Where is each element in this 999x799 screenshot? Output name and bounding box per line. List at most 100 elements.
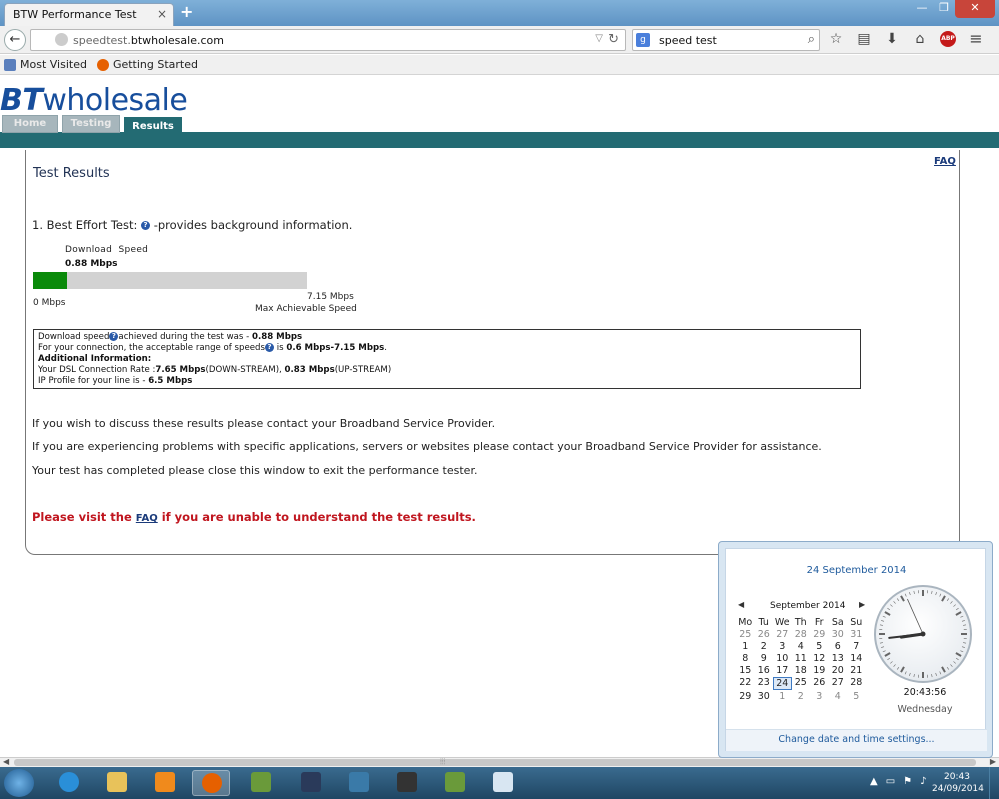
calendar-day[interactable]: 5 <box>847 691 866 702</box>
calendar-day[interactable]: 30 <box>829 629 848 640</box>
calendar-day[interactable]: 1 <box>736 641 755 652</box>
taskbar-game-app-button[interactable] <box>340 770 378 796</box>
calendar-day[interactable]: 5 <box>810 641 829 652</box>
calendar-day[interactable]: 17 <box>773 665 792 676</box>
calendar-day[interactable]: 19 <box>810 665 829 676</box>
taskbar-clock[interactable]: 20:43 24/09/2014 <box>932 771 984 795</box>
bookmark-star-icon[interactable]: ☆ <box>828 31 844 47</box>
downloads-icon[interactable]: ⬇ <box>884 31 900 47</box>
address-bar[interactable]: speedtest.btwholesale.com ▽ ↻ <box>30 29 626 51</box>
scrollbar-thumb[interactable] <box>14 759 976 766</box>
tab-btw-performance-test[interactable]: BTW Performance Test × <box>4 3 174 26</box>
calendar-day[interactable]: 11 <box>792 653 811 664</box>
calendar-month-label[interactable]: September 2014 <box>770 601 846 611</box>
calendar-day[interactable]: 22 <box>736 677 755 690</box>
calendar-day[interactable]: 13 <box>829 653 848 664</box>
star-app-icon <box>301 772 321 792</box>
info-icon[interactable]: ? <box>141 221 151 230</box>
taskbar-minecraft-button[interactable] <box>242 770 280 796</box>
horizontal-scrollbar[interactable]: ◀ ⦙⦙⦙ ▶ <box>0 757 999 767</box>
calendar-day-today[interactable]: 24 <box>773 677 792 690</box>
taskbar-firefox-button[interactable] <box>192 770 230 796</box>
calendar-day[interactable]: 2 <box>792 691 811 702</box>
google-search-engine-icon[interactable]: g <box>636 33 650 47</box>
nav-results[interactable]: Results <box>124 117 182 148</box>
calendar-day[interactable]: 12 <box>810 653 829 664</box>
tab-close-icon[interactable]: × <box>157 7 167 21</box>
calendar-day[interactable]: 28 <box>847 677 866 690</box>
calendar-day[interactable]: 8 <box>736 653 755 664</box>
close-window-button[interactable]: ✕ <box>955 0 995 18</box>
current-date-link[interactable]: 24 September 2014 <box>726 565 987 576</box>
calendar-day[interactable]: 25 <box>792 677 811 690</box>
calendar-day[interactable]: 10 <box>773 653 792 664</box>
site-identity-icon[interactable] <box>55 33 68 46</box>
calendar-day[interactable]: 6 <box>829 641 848 652</box>
tray-expand-icon[interactable]: ▲ <box>870 776 878 787</box>
calendar-day[interactable]: 3 <box>810 691 829 702</box>
calendar-day[interactable]: 31 <box>847 629 866 640</box>
calendar-day[interactable]: 27 <box>773 629 792 640</box>
taskbar-file-explorer-button[interactable] <box>98 770 136 796</box>
bookmark-most-visited[interactable]: Most Visited <box>4 58 87 71</box>
calendar-day[interactable]: 4 <box>792 641 811 652</box>
calendar-day[interactable]: 14 <box>847 653 866 664</box>
calendar-day[interactable]: 9 <box>755 653 774 664</box>
calendar-day[interactable]: 1 <box>773 691 792 702</box>
search-bar[interactable]: g speed test ⌕ <box>632 29 820 51</box>
calendar-day[interactable]: 7 <box>847 641 866 652</box>
calendar-day[interactable]: 28 <box>792 629 811 640</box>
calendar-day[interactable]: 30 <box>755 691 774 702</box>
calendar-day[interactable]: 25 <box>736 629 755 640</box>
calendar-day[interactable]: 29 <box>810 629 829 640</box>
calendar-day[interactable]: 20 <box>829 665 848 676</box>
calendar-day[interactable]: 29 <box>736 691 755 702</box>
menu-icon[interactable]: ≡ <box>968 31 984 47</box>
back-button[interactable]: ← <box>4 29 26 51</box>
calendar-day[interactable]: 4 <box>829 691 848 702</box>
change-date-time-link[interactable]: Change date and time settings... <box>726 729 987 751</box>
tray-volume-icon[interactable]: ♪ <box>920 776 926 787</box>
bookmarks-menu-icon[interactable]: ▤ <box>856 31 872 47</box>
maximize-button[interactable]: ❐ <box>933 0 955 18</box>
nav-testing[interactable]: Testing <box>62 115 120 133</box>
search-icon[interactable]: ⌕ <box>808 32 815 47</box>
calendar-day[interactable]: 3 <box>773 641 792 652</box>
show-desktop-button[interactable] <box>989 767 999 799</box>
calendar-day[interactable]: 26 <box>755 629 774 640</box>
info-icon[interactable]: ? <box>265 343 274 352</box>
taskbar-internet-explorer-button[interactable] <box>50 770 88 796</box>
faq-link-top[interactable]: FAQ <box>934 156 956 167</box>
calendar-day[interactable]: 2 <box>755 641 774 652</box>
start-button[interactable] <box>4 769 34 797</box>
taskbar-eve-online-button[interactable] <box>388 770 426 796</box>
nav-home[interactable]: Home <box>2 115 58 133</box>
calendar-day[interactable]: 26 <box>810 677 829 690</box>
previous-month-icon[interactable]: ◀ <box>738 600 744 609</box>
search-input[interactable]: speed test <box>659 34 717 47</box>
url-dropdown-icon[interactable]: ▽ <box>595 33 603 44</box>
adblock-plus-icon[interactable]: ABP <box>940 31 956 47</box>
minimize-button[interactable]: — <box>911 0 933 18</box>
taskbar-minecraft-2-button[interactable] <box>436 770 474 796</box>
calendar-day[interactable]: 18 <box>792 665 811 676</box>
calendar-day[interactable]: 27 <box>829 677 848 690</box>
tray-network-icon[interactable]: ▭ <box>886 776 895 787</box>
scroll-right-icon[interactable]: ▶ <box>990 757 996 766</box>
scroll-left-icon[interactable]: ◀ <box>3 757 9 766</box>
tray-flag-icon[interactable]: ⚑ <box>903 776 912 787</box>
calendar-day[interactable]: 16 <box>755 665 774 676</box>
new-tab-button[interactable]: + <box>180 2 193 21</box>
faq-link[interactable]: FAQ <box>136 513 158 524</box>
window-controls: — ❐ ✕ <box>911 0 995 18</box>
bookmark-getting-started[interactable]: Getting Started <box>96 58 198 71</box>
calendar-day[interactable]: 23 <box>755 677 774 690</box>
reload-icon[interactable]: ↻ <box>608 32 619 47</box>
taskbar-media-player-button[interactable] <box>146 770 184 796</box>
taskbar-star-app-button[interactable] <box>292 770 330 796</box>
calendar-day[interactable]: 15 <box>736 665 755 676</box>
taskbar-window-app-button[interactable] <box>484 770 522 796</box>
home-icon[interactable]: ⌂ <box>912 31 928 47</box>
calendar-day[interactable]: 21 <box>847 665 866 676</box>
next-month-icon[interactable]: ▶ <box>859 600 865 609</box>
